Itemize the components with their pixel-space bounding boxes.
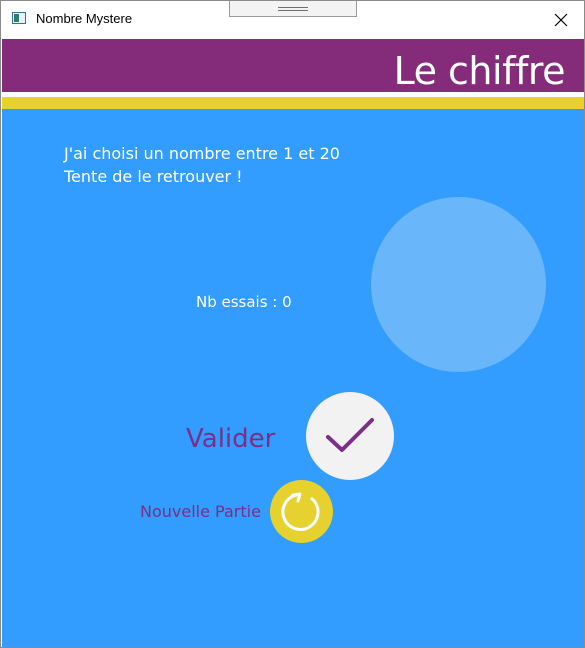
drag-handle-icon[interactable] — [229, 1, 357, 17]
header-band: Le chiffre — [2, 39, 584, 93]
instruction-line-2: Tente de le retrouver ! — [64, 167, 243, 186]
tries-count: 0 — [282, 293, 292, 311]
instruction-line-1: J'ai choisi un nombre entre 1 et 20 — [64, 144, 340, 163]
tries-label: Nb essais : — [196, 293, 283, 311]
guess-input[interactable] — [371, 197, 546, 372]
validate-button[interactable] — [306, 392, 394, 480]
game-area: J'ai choisi un nombre entre 1 et 20 Tent… — [2, 109, 584, 647]
new-game-button[interactable] — [270, 480, 333, 543]
page-title: Le chiffre — [393, 49, 566, 93]
close-icon — [554, 13, 568, 26]
new-game-label: Nouvelle Partie — [140, 502, 261, 521]
tries-counter: Nb essais : 0 — [196, 293, 292, 311]
accent-band — [2, 97, 584, 109]
refresh-icon — [280, 492, 319, 531]
validate-label: Valider — [186, 424, 276, 454]
instructions: J'ai choisi un nombre entre 1 et 20 Tent… — [64, 142, 340, 188]
app-window: Nombre Mystere Le chiffre J'ai choisi un… — [0, 0, 585, 648]
close-button[interactable] — [538, 1, 584, 38]
checkmark-icon — [326, 418, 374, 452]
title-bar[interactable]: Nombre Mystere — [1, 1, 584, 38]
window-app-icon — [12, 12, 26, 24]
window-title: Nombre Mystere — [36, 11, 133, 26]
